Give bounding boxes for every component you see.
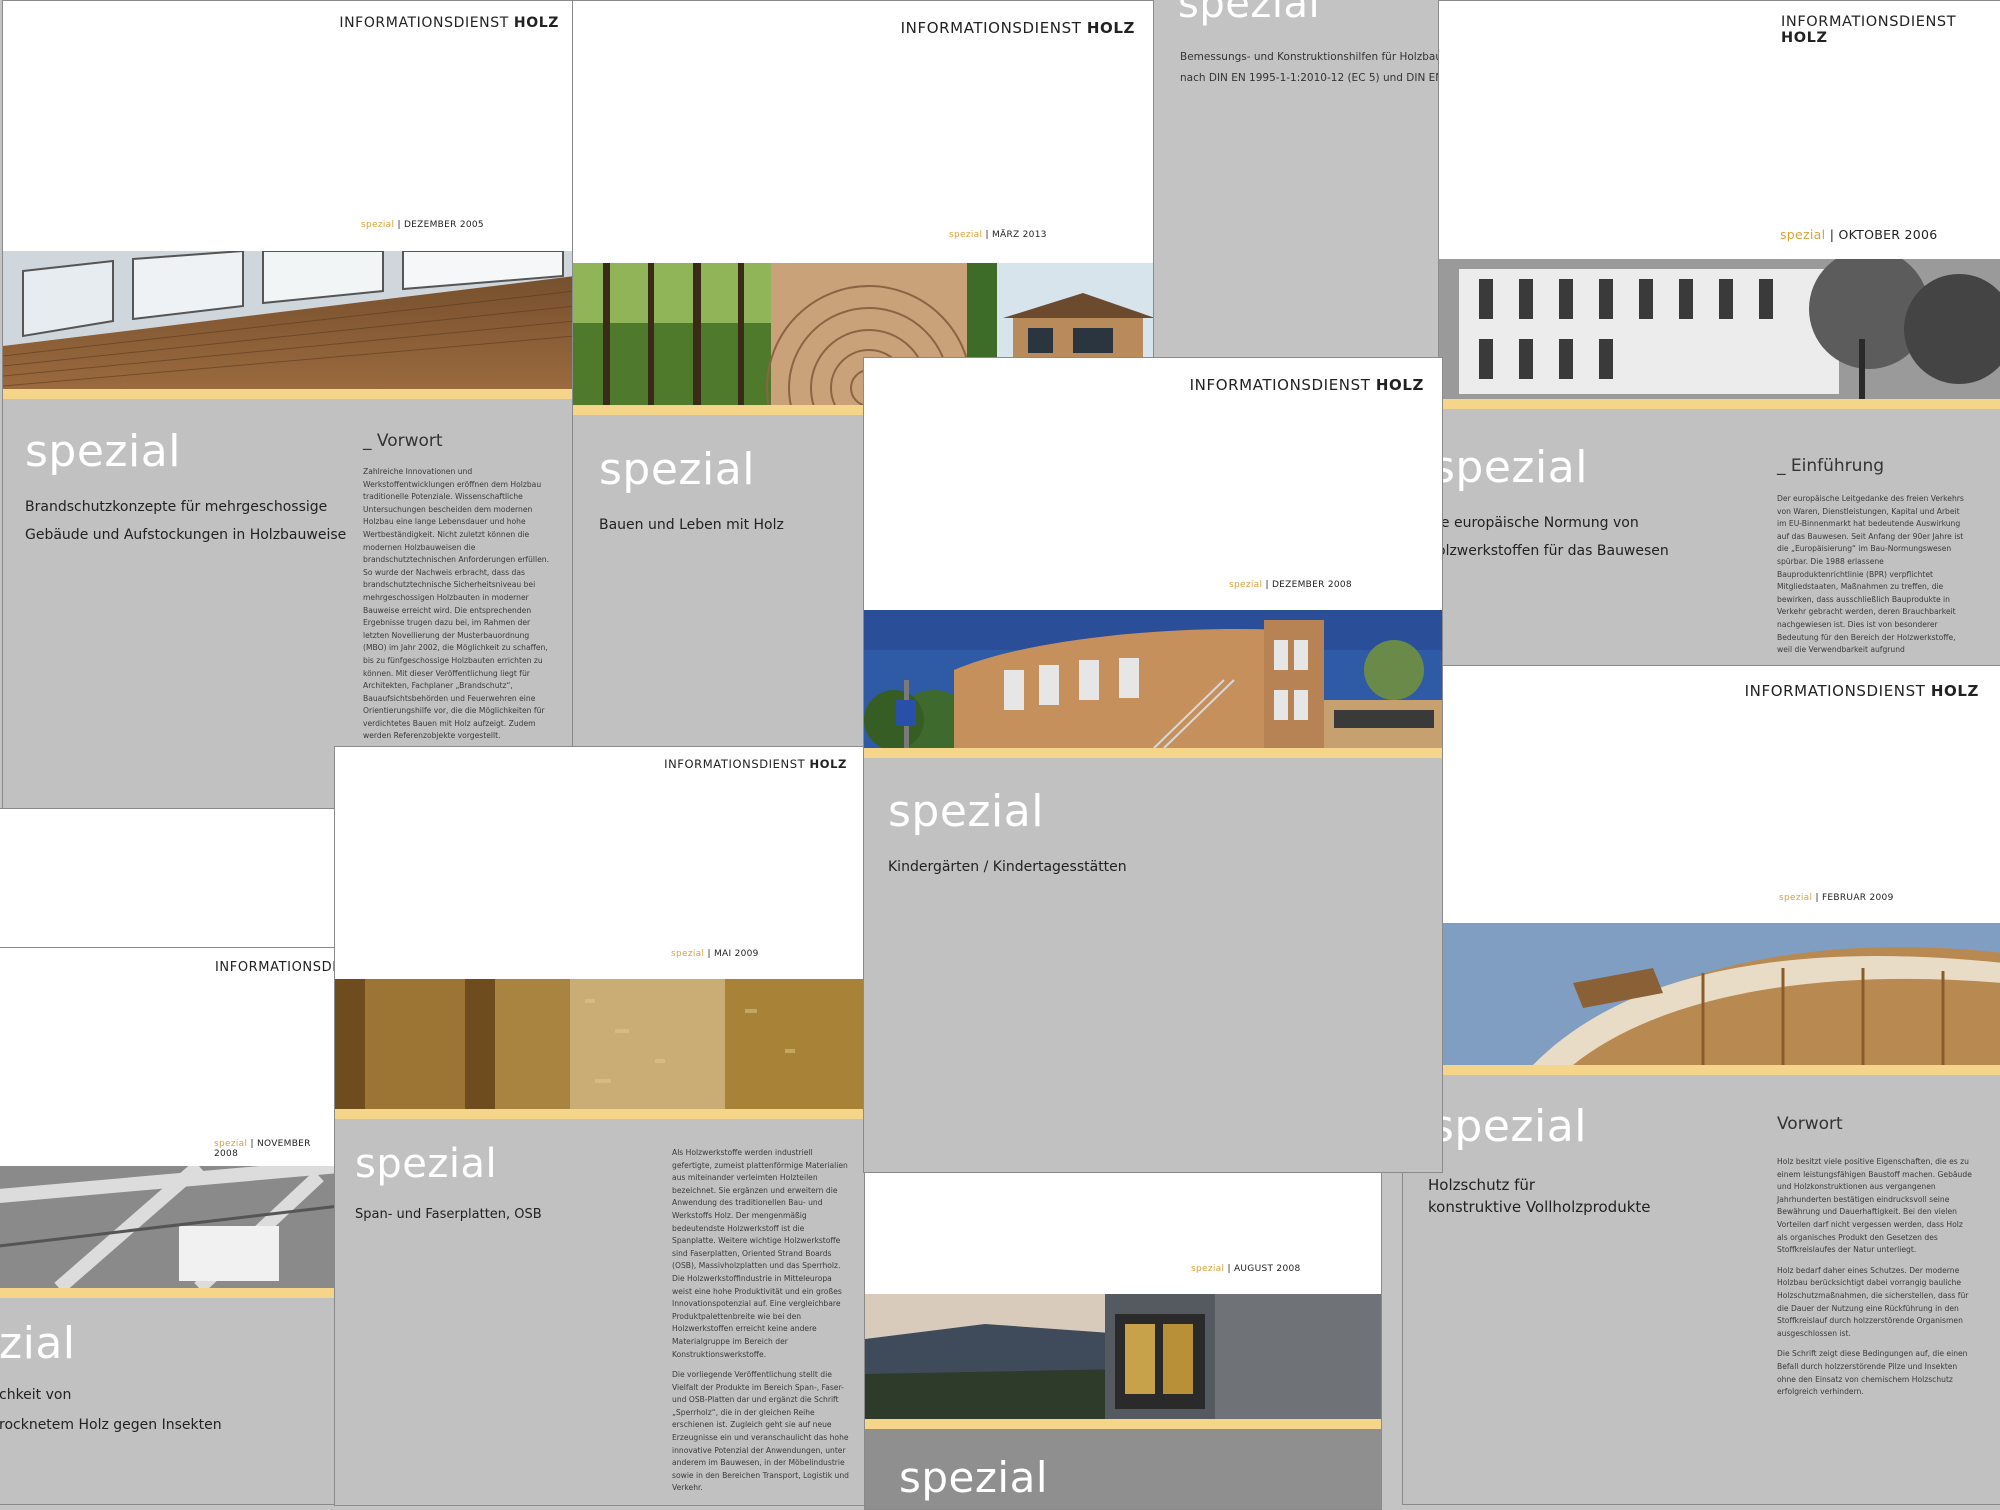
spezial-wordmark: spezial xyxy=(1178,0,1321,27)
issue-date: spezial | OKTOBER 2006 xyxy=(1780,227,1938,242)
yellow-stripe xyxy=(1439,399,2000,409)
cover-dezember-2005[interactable]: INFORMATIONSDIENST HOLZ spezial | DEZEMB… xyxy=(2,0,574,810)
yellow-stripe xyxy=(864,748,1442,758)
intro-text: Der europäische Leitgedanke des freien V… xyxy=(1777,494,1964,655)
cover-white-area xyxy=(3,1,573,251)
brand-label: INFORMATIONSDIENST HOLZ xyxy=(1189,376,1424,394)
cover-title: Kindergärten / Kindertagesstätten xyxy=(888,859,1127,875)
intro-text: Als Holzwerkstoffe werden industriell ge… xyxy=(672,1148,850,1493)
issue-date: spezial | MAI 2009 xyxy=(671,949,759,959)
cover-title: Span- und Faserplatten, OSB xyxy=(355,1207,542,1222)
cover-title: Brandschutzkonzepte für mehrgeschossige … xyxy=(25,499,347,543)
cover-august-2008[interactable]: spezial | AUGUST 2008 spezial xyxy=(864,1150,1382,1510)
brand-label: INFORMATIONSDIENST HOLZ xyxy=(1744,682,1979,700)
photo-roof-beams xyxy=(0,1159,337,1294)
brand-label: INFORMATIONSDIENST HOLZ xyxy=(664,757,847,771)
cover-februar-2009[interactable]: INFORMATIONSDIENST HOLZ spezial | FEBRUA… xyxy=(1402,665,2000,1505)
issue-date: spezial | FEBRUAR 2009 xyxy=(1779,893,1894,903)
cover-title: Bauen und Leben mit Holz xyxy=(599,517,784,533)
photo-wood-panels xyxy=(335,979,865,1109)
section-heading: Vorwort xyxy=(1777,1114,1843,1134)
issue-date: spezial | AUGUST 2008 xyxy=(1191,1264,1301,1274)
section-heading: _ Einführung xyxy=(1777,456,1885,476)
cover-white-area xyxy=(573,1,1153,263)
cover-oktober-2006[interactable]: spezial | OKTOBER 2006 _ Einführung Der … xyxy=(1438,0,2000,700)
brand-label: INFORMATIONSDIENST HOLZ xyxy=(339,15,559,31)
issue-date: spezial | DEZEMBER 2008 xyxy=(1229,580,1352,590)
photo-house-landscape xyxy=(865,1294,1381,1419)
brand-label: INFORMATIONSDIENST HOLZ xyxy=(900,19,1135,37)
spezial-wordmark: spezial xyxy=(899,1453,1049,1502)
spezial-wordmark-oktober: spezial xyxy=(1432,442,1588,493)
cover-white-area xyxy=(0,946,337,1166)
spezial-wordmark: spezial xyxy=(888,786,1044,837)
yellow-stripe xyxy=(3,389,573,399)
spezial-wordmark: spezial xyxy=(25,426,181,477)
cover-white-area xyxy=(864,358,1442,610)
issue-date: spezial | NOVEMBER 2008 xyxy=(214,1139,311,1159)
spezial-wordmark: spezial xyxy=(599,444,755,495)
cover-title: chkeit von rocknetem Holz gegen Insekten xyxy=(0,1387,222,1433)
photo-white-building xyxy=(1439,249,2000,399)
yellow-stripe xyxy=(335,1109,865,1119)
issue-date: spezial | DEZEMBER 2005 xyxy=(361,220,484,230)
cover-white-area xyxy=(335,747,865,979)
brand-label: INFORMATIONSDIENS xyxy=(215,960,337,975)
brand-label-oktober: INFORMATIONSDIENST HOLZ xyxy=(1781,14,1957,46)
cover-strip-white xyxy=(0,808,338,948)
yellow-stripe xyxy=(865,1419,1381,1429)
cover-title-oktober: ie europäische Normung von olzwerkstoffe… xyxy=(1437,515,1669,559)
photo-window-facade xyxy=(3,249,573,389)
yellow-stripe xyxy=(1403,1065,2000,1075)
yellow-stripe xyxy=(0,1288,337,1298)
intro-text: Holz besitzt viele positive Eigenschafte… xyxy=(1777,1157,1972,1397)
issue-date: spezial | MÄRZ 2013 xyxy=(949,230,1047,240)
spezial-wordmark: spezial xyxy=(355,1141,498,1187)
cover-white-area xyxy=(1403,666,2000,923)
photo-curved-roof xyxy=(1403,923,2000,1065)
cover-dezember-2008[interactable]: INFORMATIONSDIENST HOLZ spezial | DEZEMB… xyxy=(863,357,1443,1173)
section-heading: _ Vorwort xyxy=(363,431,443,451)
cover-november-2008[interactable]: INFORMATIONSDIENS spezial | NOVEMBER 200… xyxy=(0,945,338,1505)
cover-mai-2009[interactable]: INFORMATIONSDIENST HOLZ spezial | MAI 20… xyxy=(334,746,866,1506)
spezial-wordmark: spezial xyxy=(1431,1101,1587,1152)
spezial-wordmark-partial: zial xyxy=(0,1318,76,1369)
photo-kindergarten xyxy=(864,610,1442,770)
cover-title: Holzschutz für konstruktive Vollholzprod… xyxy=(1428,1176,1651,1216)
intro-text: Zahlreiche Innovationen und Werkstoffent… xyxy=(363,467,550,741)
